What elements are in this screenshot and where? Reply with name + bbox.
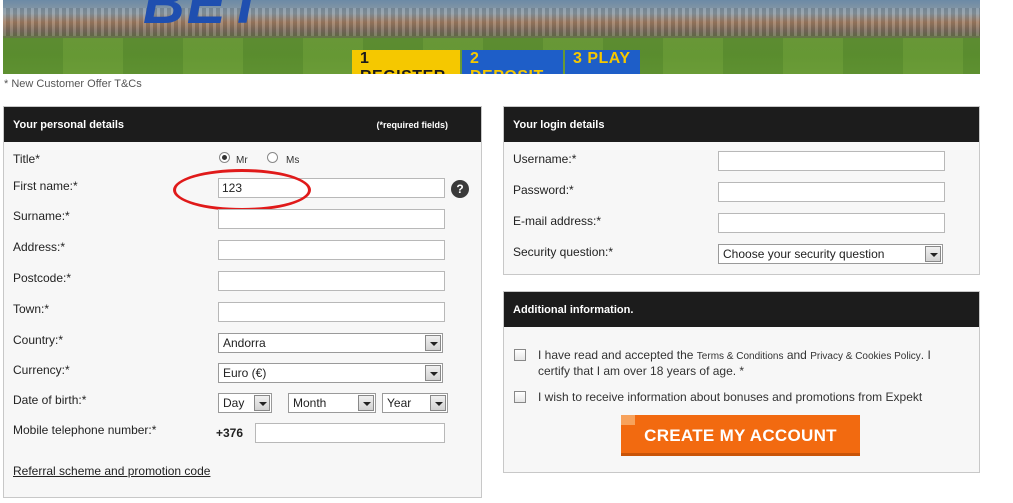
required-fields-note: (*required fields)	[376, 119, 448, 130]
promotions-text: I wish to receive information about bonu…	[538, 390, 923, 404]
chevron-down-icon[interactable]	[425, 365, 441, 381]
security-question-select[interactable]: Choose your security question	[718, 244, 943, 264]
additional-info-header: Additional information.	[504, 292, 979, 327]
chevron-down-icon[interactable]	[430, 395, 446, 411]
panel-title: Additional information.	[513, 303, 634, 316]
title-ms-label: Ms	[286, 155, 300, 166]
login-details-header: Your login details	[504, 107, 979, 142]
age-certify-text: certify that I am over 18 years of age. …	[538, 364, 745, 378]
dob-label: Date of birth:*	[13, 393, 87, 407]
referral-link[interactable]: Referral scheme and promotion code	[13, 464, 210, 478]
town-label: Town:*	[13, 302, 50, 316]
help-icon[interactable]: ?	[451, 180, 469, 198]
create-account-button[interactable]: CREATE MY ACCOUNT	[621, 415, 860, 456]
annotation-red-circle	[173, 169, 311, 211]
terms-conditions-link[interactable]: Terms & Conditions	[697, 351, 784, 362]
step-play: 3 PLAY	[565, 50, 640, 74]
hero-banner: BET 1 REGISTER 2 DEPOSIT 3 PLAY	[3, 0, 980, 74]
surname-label: Surname:*	[13, 209, 70, 223]
dob-day-select[interactable]: Day	[218, 393, 272, 413]
mobile-label: Mobile telephone number:*	[13, 423, 157, 437]
currency-select[interactable]: Euro (€)	[218, 363, 443, 383]
password-label: Password:*	[513, 183, 574, 197]
chevron-down-icon[interactable]	[254, 395, 270, 411]
step-register: 1 REGISTER	[352, 50, 460, 74]
title-ms-radio[interactable]	[267, 152, 278, 163]
terms-text-and: and	[783, 348, 811, 362]
title-mr-radio[interactable]	[219, 152, 230, 163]
town-input[interactable]	[218, 302, 445, 322]
step-deposit: 2 DEPOSIT	[462, 50, 563, 74]
panel-title: Your personal details	[13, 118, 125, 131]
email-label: E-mail address:*	[513, 214, 602, 228]
mobile-input[interactable]	[255, 423, 445, 443]
postcode-input[interactable]	[218, 271, 445, 291]
chevron-down-icon[interactable]	[358, 395, 374, 411]
dob-year-select[interactable]: Year	[382, 393, 448, 413]
dob-year-value: Year	[387, 396, 412, 410]
first-name-label: First name:*	[13, 179, 78, 193]
currency-label: Currency:*	[13, 363, 70, 377]
username-input[interactable]	[718, 151, 945, 171]
address-input[interactable]	[218, 240, 445, 260]
title-mr-label: Mr	[236, 155, 248, 166]
terms-text-post: . I	[920, 348, 931, 362]
dob-month-select[interactable]: Month	[288, 393, 376, 413]
terms-text-pre: I have read and accepted the	[538, 348, 697, 362]
terms-checkbox[interactable]	[514, 349, 526, 361]
security-question-value: Choose your security question	[723, 247, 885, 261]
postcode-label: Postcode:*	[13, 271, 72, 285]
terms-text: I have read and accepted the Terms & Con…	[538, 348, 958, 379]
promotions-checkbox[interactable]	[514, 391, 526, 403]
dob-month-value: Month	[293, 396, 327, 410]
currency-value: Euro (€)	[223, 366, 267, 380]
security-question-label: Security question:*	[513, 245, 614, 259]
button-accent	[621, 415, 635, 425]
personal-details-header: Your personal details (*required fields)	[4, 107, 481, 142]
chevron-down-icon[interactable]	[925, 246, 941, 262]
dob-day-value: Day	[223, 396, 245, 410]
email-input[interactable]	[718, 213, 945, 233]
country-label: Country:*	[13, 333, 64, 347]
country-value: Andorra	[223, 336, 266, 350]
surname-input[interactable]	[218, 209, 445, 229]
chevron-down-icon[interactable]	[425, 335, 441, 351]
username-label: Username:*	[513, 152, 577, 166]
address-label: Address:*	[13, 240, 66, 254]
title-label: Title*	[13, 152, 40, 166]
signup-steps: 1 REGISTER 2 DEPOSIT 3 PLAY	[352, 50, 640, 74]
offer-terms-note[interactable]: * New Customer Offer T&Cs	[4, 78, 142, 90]
password-input[interactable]	[718, 182, 945, 202]
country-select[interactable]: Andorra	[218, 333, 443, 353]
panel-title: Your login details	[513, 118, 605, 131]
mobile-prefix: +376	[216, 426, 244, 440]
privacy-policy-link[interactable]: Privacy & Cookies Policy	[810, 351, 921, 362]
banner-logo-text: BET	[143, 0, 265, 36]
